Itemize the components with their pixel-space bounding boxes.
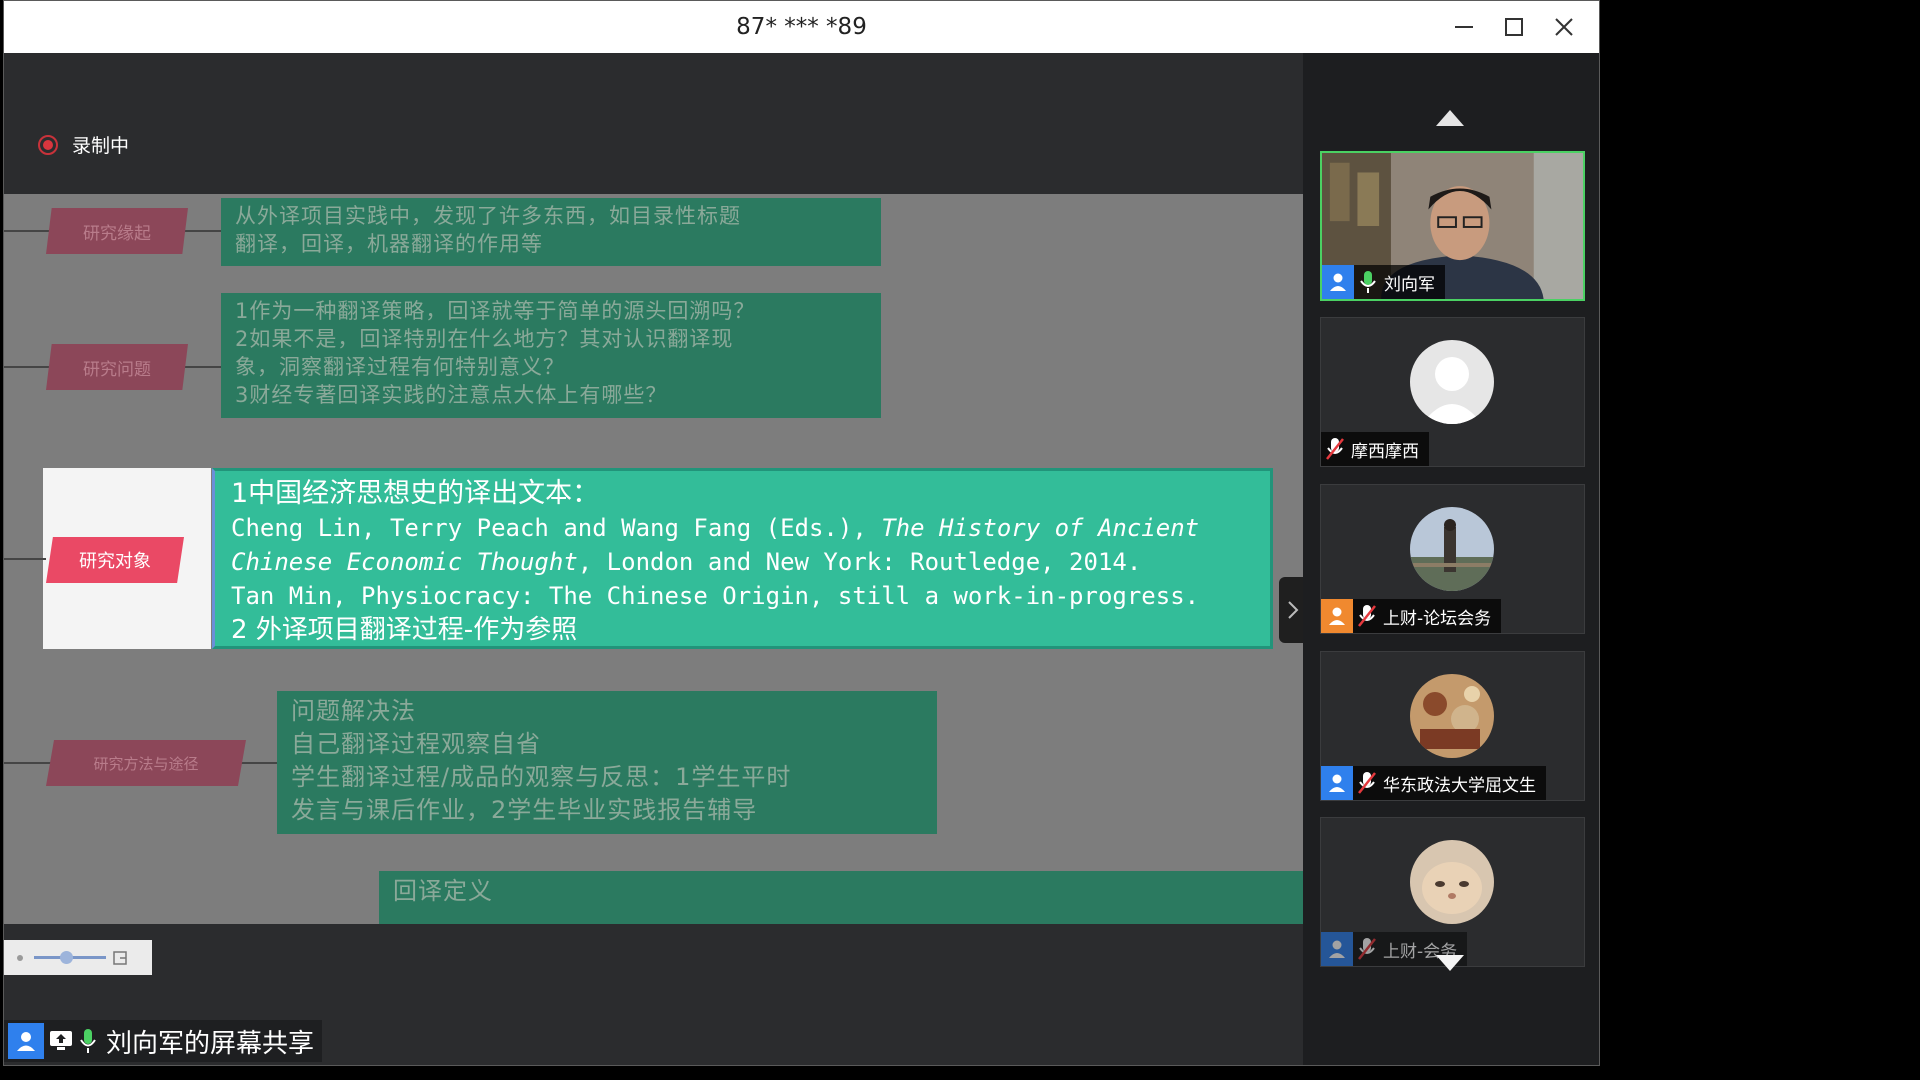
mindmap-box-questions: 1作为一种翻译策略，回译就等于简单的源头回溯吗？ 2如果不是，回译特别在什么地方… [221, 293, 881, 418]
window-controls [1439, 1, 1589, 53]
mic-muted-icon [1353, 932, 1381, 966]
participant-name-bar: 上财-论坛会务 [1321, 599, 1502, 633]
avatar [1410, 674, 1494, 758]
screen-share-indicator: 刘向军的屏幕共享 [4, 1020, 322, 1062]
meeting-id-title: 87* *** *89 [736, 14, 867, 40]
participant-name-bar: 摩西摩西 [1321, 432, 1429, 466]
person-icon [1321, 599, 1353, 633]
mindmap-box-method: 问题解决法 自己翻译过程观察自省 学生翻译过程/成品的观察与反思：1学生平时 发… [277, 691, 937, 834]
fit-screen-icon[interactable] [112, 950, 128, 966]
participant-panel: 刘向军 摩西摩西 上财-论坛会务 华东政法大学屈文生 上财-会务 [1303, 53, 1599, 1065]
mindmap-box-object: 1中国经济思想史的译出文本： Cheng Lin, Terry Peach an… [212, 468, 1273, 649]
chevron-right-icon [1288, 601, 1299, 619]
mic-muted-icon [1353, 599, 1381, 633]
participant-tile[interactable]: 上财-论坛会务 [1320, 484, 1585, 634]
recording-indicator: 录制中 [38, 131, 129, 158]
presentation-slide: 研究缘起 从外译项目实践中，发现了许多东西，如目录性标题 翻译，回译，机器翻译的… [4, 194, 1303, 924]
minimize-icon [1455, 26, 1473, 28]
mic-on-icon [80, 1029, 96, 1053]
avatar [1410, 840, 1494, 924]
close-button[interactable] [1539, 1, 1589, 53]
participant-name: 刘向军 [1384, 274, 1435, 295]
zoom-slider[interactable] [34, 951, 106, 964]
mic-on-icon [1354, 265, 1382, 299]
participant-tile[interactable]: 摩西摩西 [1320, 317, 1585, 467]
participant-tile[interactable]: 上财-会务 [1320, 817, 1585, 967]
object-line-2: Cheng Lin, Terry Peach and Wang Fang (Ed… [231, 514, 1200, 542]
participant-name: 上财-论坛会务 [1383, 608, 1492, 629]
minimize-button[interactable] [1439, 1, 1489, 53]
recording-label: 录制中 [72, 135, 130, 157]
participant-name: 摩西摩西 [1351, 441, 1419, 462]
avatar [1410, 507, 1494, 591]
participant-tile[interactable]: 华东政法大学屈文生 [1320, 651, 1585, 801]
mindmap-label-questions: 研究问题 [46, 344, 188, 390]
mindmap-box-origin: 从外译项目实践中，发现了许多东西，如目录性标题 翻译，回译，机器翻译的作用等 [221, 198, 881, 266]
person-icon [1321, 932, 1353, 966]
object-line-3: Chinese Economic Thought, London and New… [231, 548, 1142, 576]
mindmap-label-method: 研究方法与途径 [46, 740, 246, 786]
participant-name-bar: 刘向军 [1322, 265, 1445, 299]
screen-share-label: 刘向军的屏幕共享 [106, 1028, 315, 1059]
zoom-slider-thumb[interactable] [60, 951, 73, 964]
scroll-up-icon[interactable] [1434, 108, 1466, 128]
record-icon [38, 134, 58, 155]
participant-name: 华东政法大学屈文生 [1383, 775, 1536, 796]
mindmap-connector [4, 558, 46, 560]
screen-share-icon [50, 1031, 72, 1050]
mindmap-label-object: 研究对象 [46, 537, 184, 583]
close-icon [1555, 18, 1573, 36]
mic-muted-icon [1353, 766, 1381, 800]
mic-muted-icon [1321, 432, 1349, 466]
person-icon [1321, 766, 1353, 800]
object-line-4: Tan Min, Physiocracy: The Chinese Origin… [231, 582, 1200, 610]
avatar [1410, 340, 1494, 424]
maximize-icon [1505, 18, 1523, 36]
participant-tile[interactable]: 刘向军 [1320, 151, 1585, 301]
shared-screen-area: 录制中 研究缘起 从外译项目实践中，发现了许多东西，如目录性标题 翻译，回译，机… [4, 53, 1303, 1065]
zoom-control [4, 940, 152, 975]
object-line-5: 2 外译项目翻译过程-作为参照 [231, 615, 578, 645]
mindmap-box-definition: 回译定义 [379, 871, 1303, 924]
meeting-window: 87* *** *89 录制中 研究缘起 从外译项目实践中，发现了许多东西，如目… [3, 0, 1600, 1066]
maximize-button[interactable] [1489, 1, 1539, 53]
object-line-1: 1中国经济思想史的译出文本： [231, 478, 600, 509]
mindmap-label-origin: 研究缘起 [46, 208, 188, 254]
participant-name-bar: 华东政法大学屈文生 [1321, 766, 1546, 800]
brightness-icon [17, 954, 23, 961]
expand-panel-button[interactable] [1279, 577, 1303, 643]
title-bar: 87* *** *89 [4, 1, 1599, 53]
scroll-down-icon[interactable] [1434, 953, 1466, 973]
person-icon [8, 1023, 44, 1059]
person-icon [1322, 265, 1354, 299]
